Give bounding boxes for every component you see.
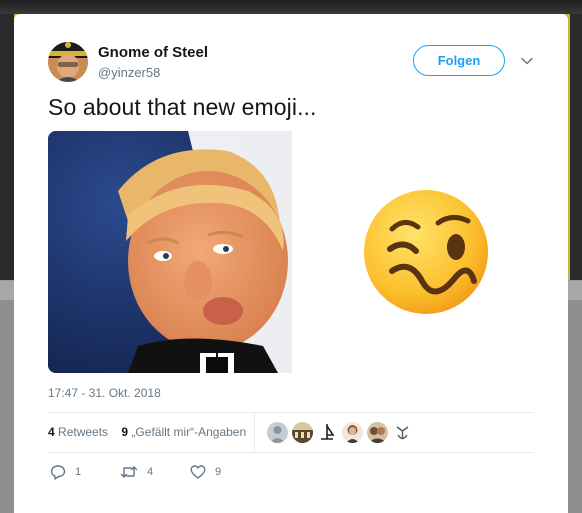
- liker-avatar[interactable]: [342, 422, 363, 443]
- stats-separator: [254, 412, 255, 452]
- likers-avatars: [267, 422, 413, 444]
- tweet-photo-emoji[interactable]: [292, 131, 536, 373]
- user-handle[interactable]: @yinzer58: [98, 65, 160, 80]
- like-count: 9: [215, 466, 222, 478]
- liker-avatar[interactable]: [392, 422, 413, 443]
- likes-label[interactable]: „Gefällt mir“-Angaben: [131, 425, 246, 439]
- retweets-label[interactable]: Retweets: [58, 425, 108, 439]
- retweet-icon[interactable]: [120, 464, 138, 480]
- liker-avatar[interactable]: [367, 422, 388, 443]
- tweet-text: So about that new emoji...: [48, 94, 317, 120]
- liker-avatar[interactable]: [292, 422, 313, 443]
- heart-icon[interactable]: [190, 464, 206, 480]
- divider: [48, 412, 534, 413]
- tweet-stats: 4 Retweets 9 „Gefällt mir“-Angaben: [48, 425, 246, 439]
- display-name[interactable]: Gnome of Steel: [98, 44, 208, 61]
- retweet-action[interactable]: 4: [120, 464, 190, 480]
- avatar[interactable]: [48, 42, 88, 82]
- reply-count: 1: [75, 466, 82, 478]
- tweet-timestamp[interactable]: 17:47 - 31. Okt. 2018: [48, 386, 161, 400]
- liker-avatar[interactable]: [317, 422, 338, 443]
- tweet-photo-portrait[interactable]: [48, 131, 292, 373]
- like-action[interactable]: 9: [190, 464, 260, 480]
- retweet-count: 4: [147, 466, 154, 478]
- chevron-down-icon[interactable]: [520, 54, 534, 68]
- tweet-actions: 1 4 9: [50, 464, 260, 480]
- retweets-count[interactable]: 4: [48, 425, 55, 439]
- reply-icon[interactable]: [50, 464, 66, 480]
- follow-button[interactable]: Folgen: [413, 45, 505, 76]
- reply-action[interactable]: 1: [50, 464, 120, 480]
- liker-avatar[interactable]: [267, 422, 288, 443]
- divider: [48, 452, 534, 453]
- likes-count[interactable]: 9: [121, 425, 128, 439]
- tweet-modal: Gnome of Steel @yinzer58 Folgen So about…: [14, 14, 568, 513]
